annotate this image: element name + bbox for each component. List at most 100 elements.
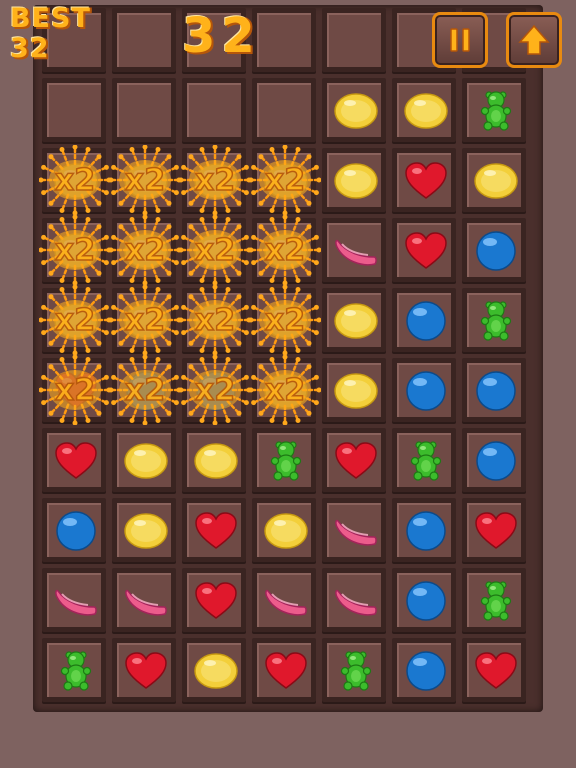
board-cell[interactable] <box>322 498 386 562</box>
board-cell[interactable] <box>462 428 526 492</box>
blue-candy <box>54 511 98 551</box>
jelly-candy <box>334 581 378 621</box>
game-screen: x2 x2 x2 x2 x2 x2 x2 x2 x2 x2 x2 x2 x2 x… <box>0 0 576 768</box>
board-cell[interactable]: x2 <box>109 145 181 215</box>
board-cell[interactable] <box>462 148 526 212</box>
board-cell[interactable] <box>462 218 526 282</box>
board-cell[interactable]: x2 <box>39 145 111 215</box>
board-cell[interactable] <box>42 638 106 702</box>
board-cell[interactable] <box>322 358 386 422</box>
board-cell[interactable]: x2 <box>39 285 111 355</box>
board-cell[interactable] <box>392 638 456 702</box>
board-cell[interactable]: x2 <box>109 215 181 285</box>
board-cell[interactable] <box>322 148 386 212</box>
blue-candy <box>404 371 448 411</box>
current-score: 32 <box>182 8 261 64</box>
up-arrow-button[interactable] <box>506 12 562 68</box>
board-cell[interactable] <box>322 288 386 352</box>
yellow-candy <box>194 441 238 481</box>
board-cell[interactable]: x2 <box>39 355 111 425</box>
bear-candy <box>264 441 308 481</box>
game-board: x2 x2 x2 x2 x2 x2 x2 x2 x2 x2 x2 x2 x2 x… <box>33 5 543 712</box>
board-cell[interactable]: x2 <box>39 215 111 285</box>
board-cell[interactable] <box>392 218 456 282</box>
board-cell[interactable] <box>322 568 386 632</box>
board-cell[interactable]: x2 <box>179 145 251 215</box>
yellow-candy <box>124 441 168 481</box>
jelly-candy <box>334 511 378 551</box>
heart-candy <box>474 651 518 691</box>
board-cell[interactable] <box>112 8 176 72</box>
board-cell[interactable] <box>462 358 526 422</box>
blue-candy <box>124 371 168 411</box>
board-cell[interactable] <box>322 428 386 492</box>
board-cell[interactable] <box>322 78 386 142</box>
board-cell[interactable]: x2 <box>109 355 181 425</box>
bear-candy <box>474 91 518 131</box>
yellow-candy <box>194 161 238 201</box>
board-cell[interactable] <box>42 568 106 632</box>
board-cell[interactable] <box>112 78 176 142</box>
board-cell[interactable] <box>42 498 106 562</box>
yellow-candy <box>474 161 518 201</box>
board-cell[interactable] <box>252 428 316 492</box>
board-cell[interactable] <box>462 288 526 352</box>
heart-candy <box>264 651 308 691</box>
board-cell[interactable] <box>42 78 106 142</box>
board-cell[interactable] <box>112 498 176 562</box>
yellow-candy <box>124 511 168 551</box>
bear-candy <box>474 301 518 341</box>
board-cell[interactable]: x2 <box>249 285 321 355</box>
board-cell[interactable] <box>322 8 386 72</box>
board-cell[interactable]: x2 <box>179 355 251 425</box>
board-cell[interactable] <box>182 568 246 632</box>
board-cell[interactable] <box>392 148 456 212</box>
board-cell[interactable] <box>112 568 176 632</box>
board-cell[interactable]: x2 <box>249 145 321 215</box>
board-cell[interactable] <box>392 568 456 632</box>
up-arrow-icon <box>518 24 550 55</box>
board-cell[interactable]: x2 <box>179 215 251 285</box>
board-cell[interactable]: x2 <box>109 285 181 355</box>
board-cell[interactable] <box>392 358 456 422</box>
board-cell[interactable] <box>112 638 176 702</box>
heart-candy <box>54 371 98 411</box>
yellow-candy <box>54 301 98 341</box>
yellow-candy <box>194 651 238 691</box>
board-cell[interactable] <box>322 218 386 282</box>
board-cell[interactable] <box>112 428 176 492</box>
board-cell[interactable] <box>462 498 526 562</box>
blue-candy <box>404 581 448 621</box>
yellow-candy <box>334 371 378 411</box>
board-cell[interactable] <box>392 498 456 562</box>
heart-candy <box>194 581 238 621</box>
pause-button[interactable] <box>432 12 488 68</box>
board-cell[interactable]: x2 <box>179 285 251 355</box>
board-cell[interactable] <box>182 78 246 142</box>
board-cell[interactable] <box>392 288 456 352</box>
board-cell[interactable] <box>252 638 316 702</box>
board-cell[interactable] <box>392 78 456 142</box>
blue-candy <box>194 371 238 411</box>
board-cell[interactable] <box>182 498 246 562</box>
board-cell[interactable] <box>252 78 316 142</box>
board-cell[interactable] <box>462 568 526 632</box>
board-cell[interactable] <box>182 428 246 492</box>
board-cell[interactable] <box>252 568 316 632</box>
board-cell[interactable] <box>322 638 386 702</box>
board-cell[interactable] <box>42 428 106 492</box>
yellow-candy <box>404 91 448 131</box>
board-cell[interactable] <box>462 638 526 702</box>
board-cell[interactable] <box>182 638 246 702</box>
board-cell[interactable] <box>252 8 316 72</box>
board-cell[interactable]: x2 <box>249 355 321 425</box>
board-cell[interactable] <box>462 78 526 142</box>
board-cell[interactable] <box>392 428 456 492</box>
blue-candy <box>404 511 448 551</box>
yellow-candy <box>334 91 378 131</box>
yellow-candy <box>124 301 168 341</box>
best-label: BEST <box>10 3 91 34</box>
heart-candy <box>54 441 98 481</box>
board-cell[interactable]: x2 <box>249 215 321 285</box>
board-cell[interactable] <box>252 498 316 562</box>
